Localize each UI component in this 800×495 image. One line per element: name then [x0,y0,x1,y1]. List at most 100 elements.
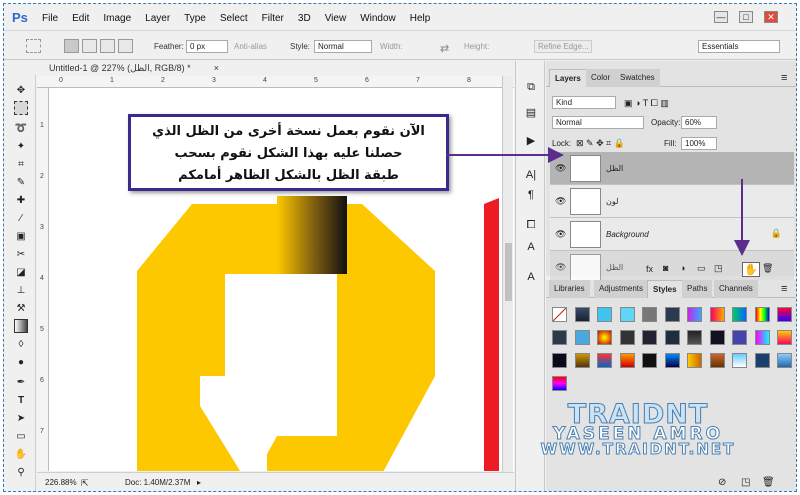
layer-name[interactable]: الظل [606,164,623,173]
menu-type[interactable]: Type [184,13,206,24]
stamp-icon[interactable]: ⊥ [14,283,28,297]
opacity-input[interactable]: 60% [681,116,717,129]
brush-tool-icon[interactable]: ∕ [14,211,28,225]
layer-row-shadow[interactable]: 👁 الظل [550,152,794,185]
style-swatch[interactable] [709,353,725,368]
crop-tool-icon[interactable]: ⌗ [14,157,28,171]
menu-file[interactable]: File [42,13,58,24]
style-swatch[interactable] [754,307,770,322]
blur-tool-icon[interactable]: ◊ [14,337,28,351]
brush-presets-icon[interactable]: A [524,241,538,255]
style-swatch[interactable] [619,307,635,322]
tab-color[interactable]: Color [586,69,616,87]
pen-tool-icon[interactable]: ✒ [14,375,28,389]
marquee-tool-icon[interactable] [14,101,28,115]
clear-style-icon[interactable]: ⊘ [718,477,726,488]
menu-layer[interactable]: Layer [145,13,170,24]
menu-select[interactable]: Select [220,13,248,24]
filter-icons[interactable]: ▣ ◑ T ⧠ ▥ [624,98,669,109]
layer-name[interactable]: Background [606,230,649,239]
style-swatch[interactable] [574,330,590,345]
style-swatch[interactable] [597,353,612,368]
style-select[interactable]: Normal [314,40,372,53]
style-swatch[interactable] [619,353,635,368]
new-selection-icon[interactable] [64,39,79,53]
folder-icon[interactable]: ▭ [697,263,706,274]
eye-icon[interactable]: 👁 [555,229,566,240]
delete-style-icon[interactable]: 🗑 [762,477,775,488]
menu-filter[interactable]: Filter [262,13,284,24]
style-swatch[interactable] [664,330,680,345]
new-layer-icon[interactable]: ◳ [714,263,723,274]
zoom-tool-icon[interactable]: ⚲ [14,465,28,479]
style-swatch[interactable] [664,307,680,322]
history-brush-icon[interactable]: ✂ [14,247,28,261]
style-swatch[interactable] [642,330,657,345]
style-swatch[interactable] [777,353,792,368]
glyphs-panel-icon[interactable]: A [524,271,538,285]
zoom-level[interactable]: 226.88% [45,478,77,487]
mask-icon[interactable]: ◙ [663,263,668,273]
feather-input[interactable]: 0 px [186,40,228,53]
style-swatch[interactable] [777,330,792,345]
style-swatch[interactable] [574,353,590,368]
style-swatch[interactable] [732,353,747,368]
blend-mode-select[interactable]: Normal [552,116,644,129]
style-swatch[interactable] [574,307,590,322]
style-swatch[interactable] [642,307,657,322]
new-style-icon[interactable]: ◳ [741,477,750,488]
trash-icon[interactable]: 🗑 [762,263,773,274]
history-panel-icon[interactable]: ⧉ [524,81,538,95]
move-tool-icon[interactable]: ✥ [14,83,28,97]
scrollbar-thumb[interactable] [505,243,512,301]
style-swatch[interactable] [552,353,567,368]
properties-panel-icon[interactable]: ▤ [524,106,538,120]
intersect-selection-icon[interactable] [118,39,133,53]
adjustment-icon[interactable]: ◑ [680,263,685,273]
style-swatch[interactable] [597,307,612,322]
style-swatch[interactable] [709,330,725,345]
subtract-selection-icon[interactable] [100,39,115,53]
style-swatch[interactable] [732,330,747,345]
styles-menu-icon[interactable]: ≡ [776,280,792,298]
dodge-tool-icon[interactable]: ● [14,355,28,369]
export-icon[interactable]: ⇱ [81,478,89,489]
menu-image[interactable]: Image [103,13,131,24]
menu-help[interactable]: Help [410,13,431,24]
style-swatch[interactable] [709,307,725,322]
marquee-preset-icon[interactable] [26,39,41,53]
close-button[interactable]: ✕ [764,11,778,23]
style-swatch[interactable] [687,330,702,345]
style-swatch[interactable] [552,307,567,322]
style-swatch[interactable] [642,353,657,368]
actions-panel-icon[interactable]: ▶ [524,134,538,148]
style-swatch[interactable] [754,330,770,345]
style-swatch[interactable] [552,376,567,391]
mixer-brush-icon[interactable]: ⚒ [14,301,28,315]
tab-paths[interactable]: Paths [682,280,713,298]
clone-stamp-icon[interactable]: ▣ [14,229,28,243]
magic-wand-icon[interactable]: ✦ [14,139,28,153]
character-panel-icon[interactable]: A| [524,169,538,183]
lock-icons[interactable]: ⊠ ✎ ✥ ⌗ 🔒 [576,138,625,149]
tab-channels[interactable]: Channels [714,280,758,298]
eye-icon[interactable]: 👁 [555,196,566,207]
tab-styles[interactable]: Styles [647,280,683,298]
layer-row-color[interactable]: 👁 لون [550,185,794,218]
swap-icon[interactable]: ⇄ [440,42,449,55]
add-selection-icon[interactable] [82,39,97,53]
workspace-select[interactable]: Essentials [698,40,780,53]
panel-menu-icon[interactable]: ≡ [776,69,792,87]
layer-row-background[interactable]: 👁 Background 🔒 [550,218,794,251]
shape-tool-icon[interactable]: ▭ [14,429,28,443]
lasso-tool-icon[interactable]: ➰ [14,121,28,135]
style-swatch[interactable] [552,330,567,345]
tab-layers[interactable]: Layers [549,69,587,87]
tab-adjustments[interactable]: Adjustments [594,280,649,298]
menu-edit[interactable]: Edit [72,13,89,24]
menu-3d[interactable]: 3D [298,13,311,24]
refine-edge-button[interactable]: Refine Edge... [534,40,592,53]
antialias-checkbox[interactable]: Anti-alias [234,42,267,51]
style-swatch[interactable] [664,353,680,368]
style-swatch[interactable] [687,307,702,322]
